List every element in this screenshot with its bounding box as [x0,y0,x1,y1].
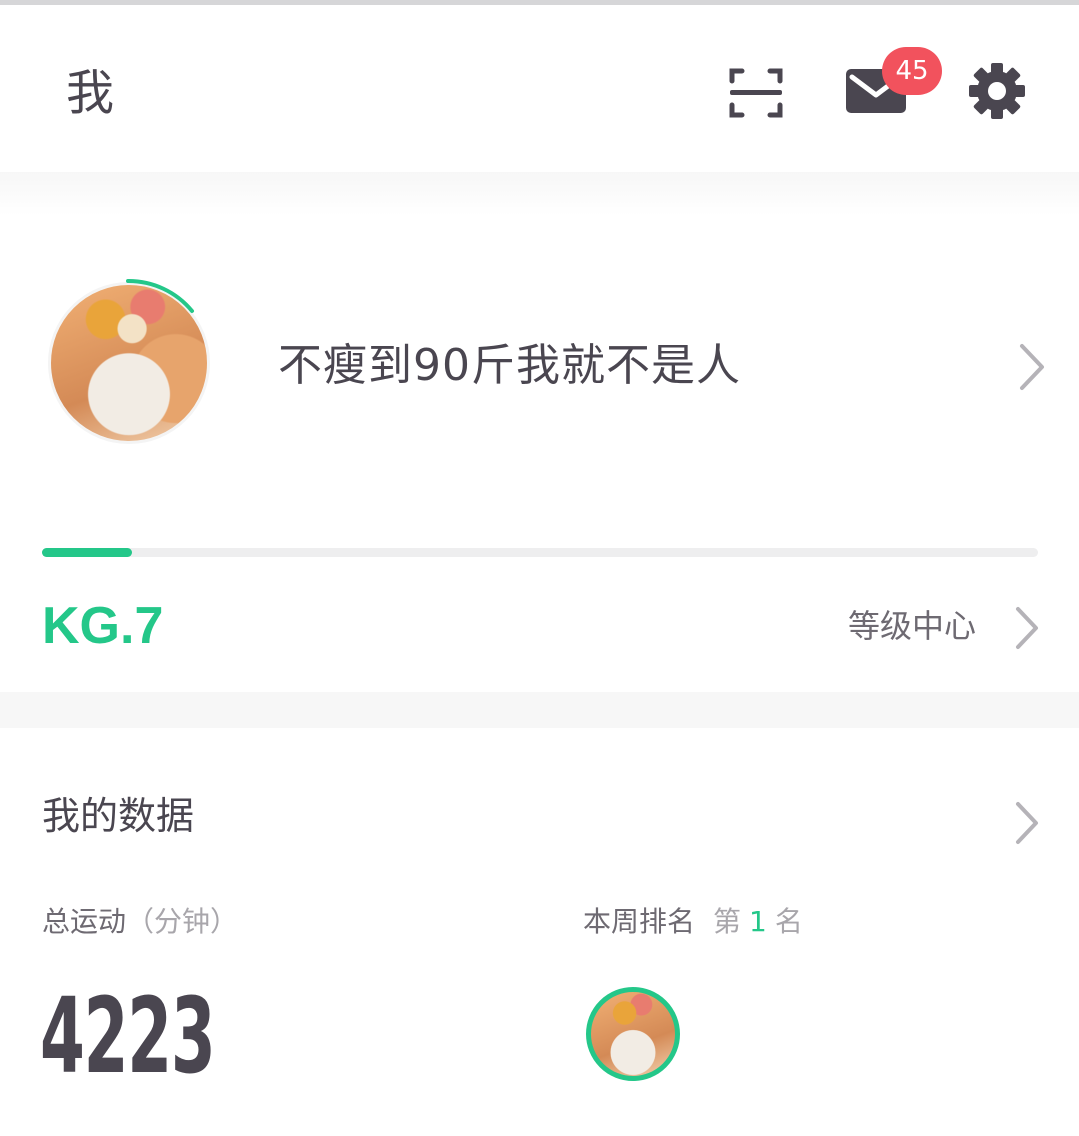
section-divider [0,692,1079,728]
avatar-container[interactable] [44,278,214,448]
total-exercise-label: 总运动（分钟） [42,904,238,940]
level-label: KG.7 [42,597,164,655]
rank-prefix: 第 [713,905,742,938]
weekly-rank-label: 本周排名第 1 名 [583,904,803,940]
rank-number: 1 [749,905,767,938]
chevron-right-icon[interactable] [1016,342,1048,396]
profile-card[interactable]: 不瘦到90斤我就不是人 [0,260,1079,460]
top-bar: 我 45 [0,5,1079,172]
total-exercise-title: 总运动 [42,905,127,938]
total-exercise-value: 4223 [40,975,216,1097]
chevron-right-icon[interactable] [1012,800,1042,850]
section-divider [0,172,1079,216]
scan-icon[interactable] [726,63,786,123]
user-nickname[interactable]: 不瘦到90斤我就不是人 [278,338,741,394]
rank-suffix: 名 [774,905,803,938]
gear-icon[interactable] [966,60,1028,122]
chevron-right-icon[interactable] [1012,605,1042,655]
level-progress-fill [42,548,132,557]
page-title: 我 [66,65,115,121]
level-progress-bar [42,548,1038,557]
total-exercise-unit: （分钟） [126,905,239,938]
rank-avatar[interactable] [586,987,680,1081]
weekly-rank-title: 本周排名 [583,905,696,938]
level-center-link[interactable]: 等级中心 [848,606,976,646]
unread-badge: 45 [882,47,942,95]
level-progress-ring [126,278,194,313]
my-data-title[interactable]: 我的数据 [42,792,194,840]
